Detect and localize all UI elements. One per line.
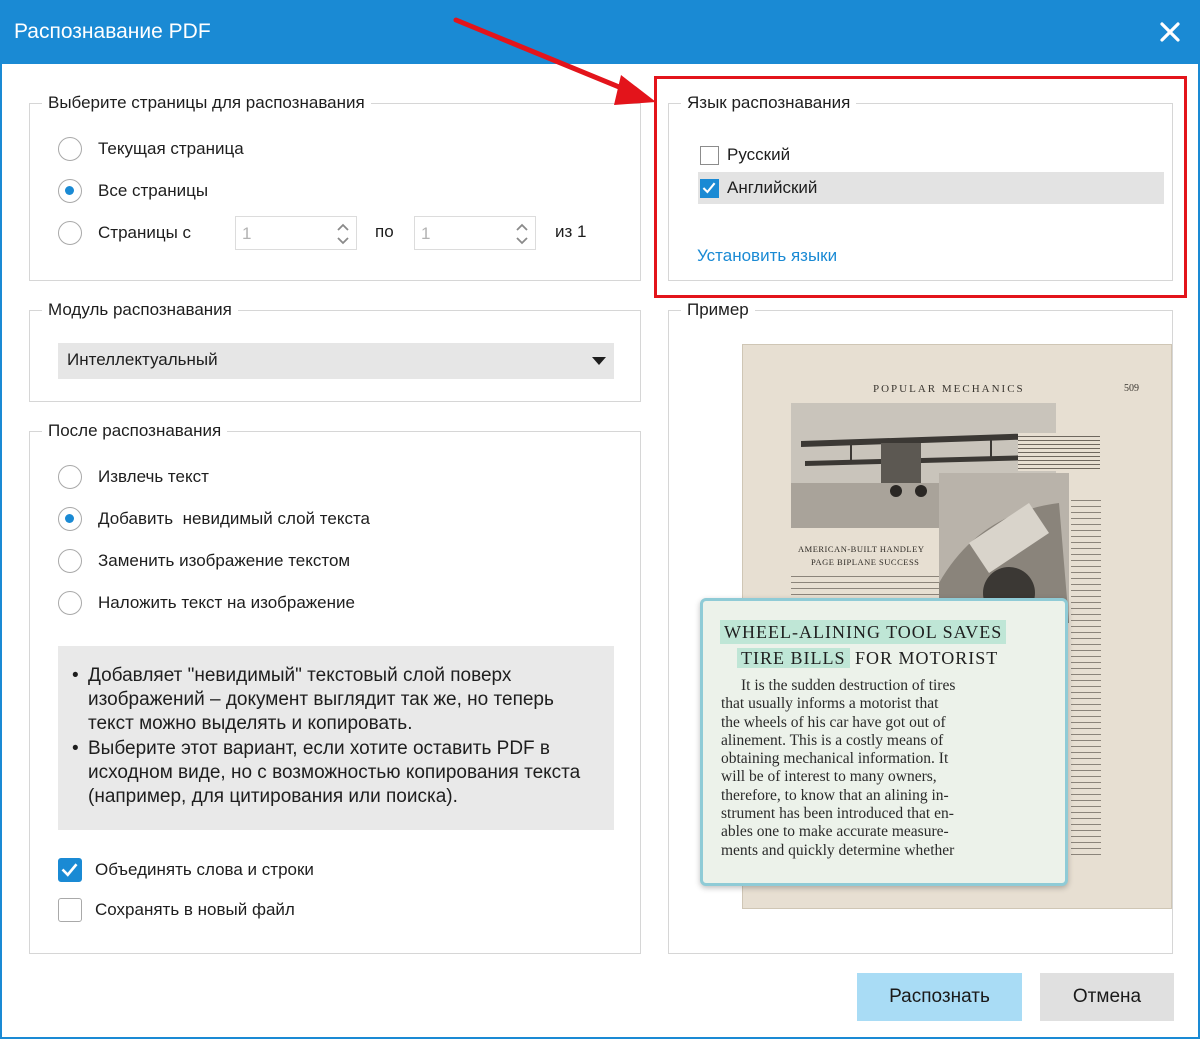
zoom-body-line: obtaining mechanical information. It: [721, 750, 949, 768]
photo-side-text: [1018, 433, 1100, 471]
option-description: • Добавляет "невидимый" текстовый слой п…: [58, 646, 614, 830]
page-count-label: из 1: [555, 222, 587, 241]
sample-page-header: POPULAR MECHANICS: [873, 383, 1025, 395]
radio-overlay-text[interactable]: Наложить текст на изображение: [58, 589, 355, 617]
radio-button[interactable]: [58, 221, 82, 245]
radio-page-range[interactable]: Страницы с: [58, 219, 191, 247]
radio-all-pages[interactable]: Все страницы: [58, 177, 208, 205]
annotation-arrow-icon: [453, 17, 656, 105]
radio-button[interactable]: [58, 507, 82, 531]
pages-group-legend: Выберите страницы для распознавания: [42, 92, 371, 114]
module-dropdown[interactable]: Интеллектуальный: [58, 343, 614, 379]
radio-label: Текущая страница: [98, 139, 244, 158]
zoom-body-line: alinement. This is a costly means of: [721, 731, 944, 749]
radio-button[interactable]: [58, 179, 82, 203]
description-item: • Добавляет "невидимый" текстовый слой п…: [72, 664, 604, 736]
radio-label: Наложить текст на изображение: [98, 593, 355, 612]
page-to-spinbox[interactable]: 1: [414, 216, 536, 250]
annotation-highlight-frame: [654, 76, 1187, 298]
radio-button[interactable]: [58, 137, 82, 161]
page-from-value: 1: [242, 224, 252, 243]
radio-label: Страницы с: [98, 223, 192, 242]
page-from-spinbox[interactable]: 1: [235, 216, 357, 250]
radio-current-page[interactable]: Текущая страница: [58, 135, 244, 163]
save-new-file-option[interactable]: Сохранять в новый файл: [58, 897, 295, 923]
pages-group: Выберите страницы для распознавания Теку…: [29, 92, 641, 281]
zoom-heading-text-2b: FOR MOTORIST: [855, 648, 999, 668]
module-group-legend: Модуль распознавания: [42, 299, 238, 321]
zoom-body-line: that usually informs a motorist that: [721, 695, 939, 713]
save-new-file-label: Сохранять в новый файл: [95, 900, 295, 919]
bullet-icon: •: [72, 738, 79, 759]
description-text: Выберите этот вариант, если хотите остав…: [88, 738, 581, 807]
merge-words-option[interactable]: Объединять слова и строки: [58, 857, 314, 883]
zoom-body-line: It is the sudden destruction of tires: [741, 677, 956, 694]
zoom-body-line: strument has been introduced that en-: [721, 805, 954, 823]
zoom-heading-line-1: WHEEL-ALINING TOOL SAVES: [720, 620, 1007, 644]
description-item: • Выберите этот вариант, если хотите ост…: [72, 737, 604, 809]
save-new-file-checkbox[interactable]: [58, 898, 82, 922]
radio-replace-image[interactable]: Заменить изображение текстом: [58, 547, 350, 575]
after-group-legend: После распознавания: [42, 420, 228, 442]
radio-button[interactable]: [58, 465, 82, 489]
zoom-heading-line-2: TIRE BILLS FOR MOTORIST: [737, 646, 998, 670]
checkmark-icon: [61, 863, 78, 877]
zoom-heading-text-2a: TIRE BILLS: [737, 648, 850, 668]
close-icon[interactable]: [1154, 16, 1186, 48]
zoom-body-line: the wheels of his car have got out of: [721, 713, 946, 731]
after-recognition-group: После распознавания Извлечь текст Добави…: [29, 420, 641, 954]
zoom-preview-card: WHEEL-ALINING TOOL SAVES TIRE BILLS FOR …: [700, 598, 1068, 886]
radio-button[interactable]: [58, 549, 82, 573]
zoom-body-line: therefore, to know that an alining in-: [721, 786, 949, 804]
radio-label: Извлечь текст: [98, 467, 209, 486]
photo-caption-line-1: AMERICAN-BUILT HANDLEY: [798, 544, 925, 554]
merge-words-label: Объединять слова и строки: [95, 860, 314, 879]
radio-label: Добавить невидимый слой текста: [98, 509, 370, 528]
zoom-body-text: It is the sudden destruction of tires th…: [721, 677, 1051, 860]
spin-arrows-icon[interactable]: [515, 220, 529, 248]
module-dropdown-value: Интеллектуальный: [67, 350, 218, 369]
radio-label: Все страницы: [98, 181, 209, 200]
photo-caption-line-2: PAGE BIPLANE SUCCESS: [811, 557, 920, 567]
radio-add-invisible-layer[interactable]: Добавить невидимый слой текста: [58, 505, 370, 533]
zoom-heading-text-1: WHEEL-ALINING TOOL SAVES: [724, 622, 1003, 642]
cancel-button[interactable]: Отмена: [1040, 973, 1174, 1021]
right-column-text: [1071, 495, 1101, 855]
radio-extract-text[interactable]: Извлечь текст: [58, 463, 209, 491]
zoom-body-line: ments and quickly determine whether: [721, 841, 955, 859]
description-text: Добавляет "невидимый" текстовый слой пов…: [88, 665, 554, 734]
spin-arrows-icon[interactable]: [336, 220, 350, 248]
zoom-body-line: ables one to make accurate measure-: [721, 823, 949, 841]
module-group: Модуль распознавания Интеллектуальный: [29, 299, 641, 402]
zoom-body-line: will be of interest to many owners,: [721, 768, 937, 786]
sample-page-number: 509: [1124, 383, 1139, 394]
page-to-value: 1: [421, 224, 431, 243]
article-column-text: [791, 571, 939, 597]
merge-words-checkbox[interactable]: [58, 858, 82, 882]
recognize-button[interactable]: Распознать: [857, 973, 1022, 1021]
radio-button[interactable]: [58, 591, 82, 615]
preview-group-legend: Пример: [681, 299, 755, 321]
radio-label: Заменить изображение текстом: [98, 551, 351, 570]
window-title: Распознавание PDF: [14, 20, 211, 43]
chevron-down-icon[interactable]: [592, 356, 606, 366]
page-to-label: по: [375, 222, 394, 241]
bullet-icon: •: [72, 665, 79, 686]
